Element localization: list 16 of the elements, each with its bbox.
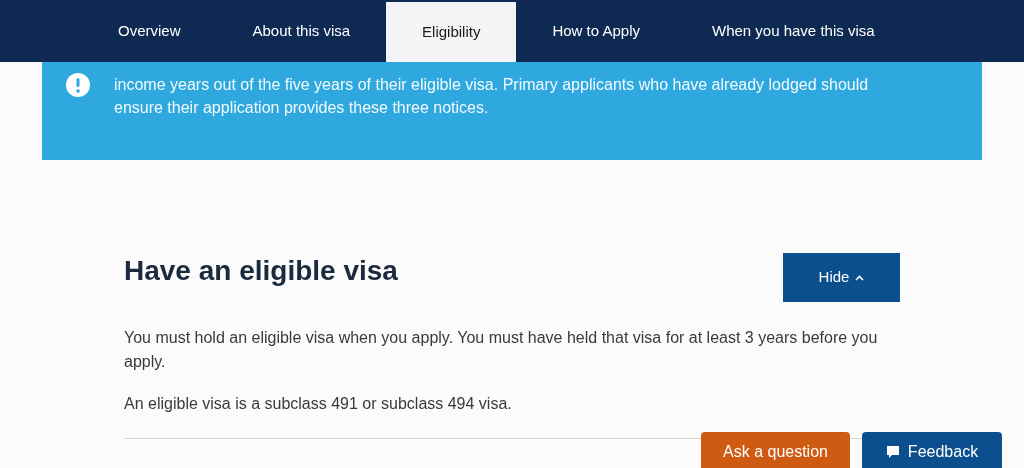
nav-tab[interactable]: About this visa [216, 0, 387, 62]
nav-tab[interactable]: Overview [82, 0, 217, 62]
section-heading: Have an eligible visa [124, 254, 398, 288]
body-text: You must hold an eligible visa when you apply. You must have held that visa for at least 3 years before you apply. [124, 328, 879, 372]
body-text: An eligible visa is a subclass 491 or subclass 494 visa. [124, 394, 513, 414]
nav-tab[interactable]: When you have this visa [676, 0, 911, 62]
ask-question-button[interactable]: Ask a question [701, 432, 850, 468]
nav-tab[interactable]: Eligibility [386, 2, 517, 62]
feedback-button[interactable]: Feedback [862, 432, 1002, 468]
notice-text: ensure their application provides these three notices. [114, 98, 490, 118]
speech-bubble-icon [885, 445, 900, 459]
alert-icon [65, 72, 91, 98]
notice-text: income years out of the five years of their eligible visa. Primary applicants who have already lodged should [114, 75, 869, 95]
hide-button[interactable]: Hide [783, 253, 900, 302]
chevron-up-icon [855, 274, 865, 281]
nav-tab[interactable]: How to Apply [516, 0, 676, 62]
